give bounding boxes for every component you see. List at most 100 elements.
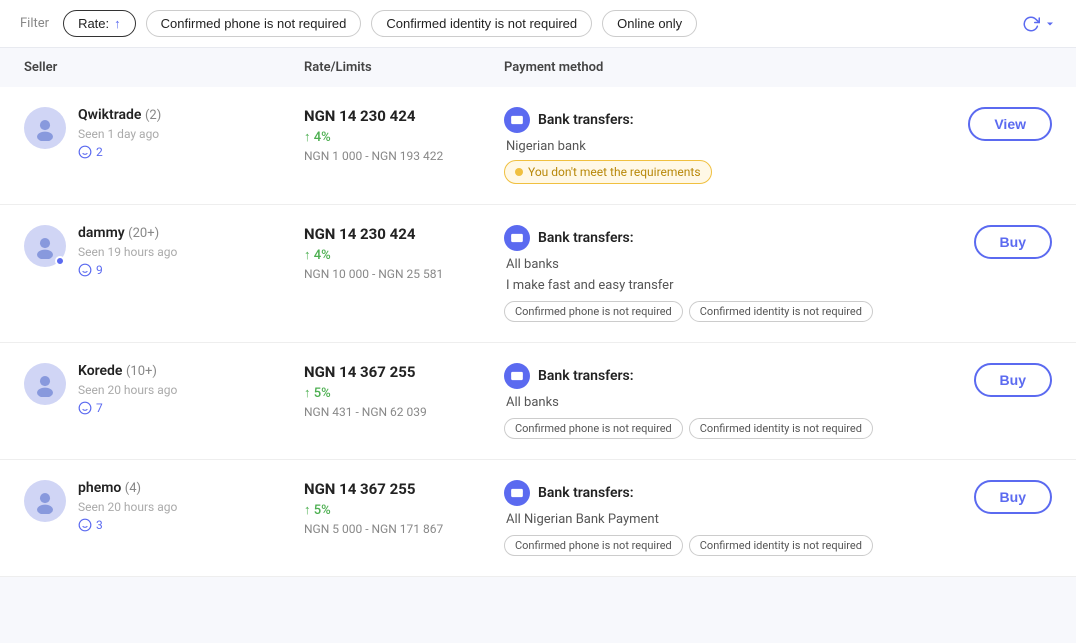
warning-dot: [515, 168, 523, 176]
seller-seen-time: Seen 20 hours ago: [78, 383, 177, 397]
seller-cell: Korede (10+) Seen 20 hours ago 7: [24, 363, 304, 415]
tag-badges: Confirmed phone is not required Confirmed…: [504, 418, 932, 439]
buy-button[interactable]: Buy: [974, 363, 1052, 397]
rate-limits: NGN 1 000 - NGN 193 422: [304, 149, 504, 163]
payment-cell: Bank transfers: Nigerian bank You don't m…: [504, 107, 932, 184]
action-cell: View: [932, 107, 1052, 141]
seller-feedback: 3: [78, 518, 177, 532]
tag-badge: Confirmed phone is not required: [504, 301, 683, 322]
rate-percent: ↑ 5%: [304, 385, 504, 401]
seller-trade-count: (10+): [126, 364, 157, 379]
rate-cell: NGN 14 230 424↑ 4%NGN 10 000 - NGN 25 58…: [304, 225, 504, 281]
online-indicator: [55, 256, 65, 266]
payment-sub: All banks: [504, 257, 932, 272]
payment-sub: All Nigerian Bank Payment: [504, 512, 932, 527]
action-cell: Buy: [932, 225, 1052, 259]
rate-limits: NGN 5 000 - NGN 171 867: [304, 522, 504, 536]
payment-title: Bank transfers:: [538, 112, 634, 128]
smile-icon: [78, 263, 92, 277]
rate-amount: NGN 14 367 255: [304, 363, 504, 381]
warning-text: You don't meet the requirements: [528, 165, 701, 179]
payment-cell: Bank transfers: All Nigerian Bank Paymen…: [504, 480, 932, 556]
top-bar: Filter Rate: ↑ Confirmed phone is not re…: [0, 0, 1076, 48]
online-filter-button[interactable]: Online only: [602, 10, 697, 37]
seller-feedback: 2: [78, 145, 161, 159]
identity-filter-button[interactable]: Confirmed identity is not required: [371, 10, 592, 37]
rate-percent: ↑ 5%: [304, 502, 504, 518]
trade-list: Qwiktrade (2) Seen 1 day ago 2 NGN 14 230 …: [0, 87, 1076, 577]
warning-badge: You don't meet the requirements: [504, 160, 712, 184]
seller-cell: Qwiktrade (2) Seen 1 day ago 2: [24, 107, 304, 159]
tag-badge: Confirmed identity is not required: [689, 535, 873, 556]
feedback-count: 7: [96, 401, 103, 415]
seller-info: phemo (4) Seen 20 hours ago 3: [78, 480, 177, 532]
col-rate-header: Rate/Limits: [304, 60, 504, 75]
seller-cell: dammy (20+)Seen 19 hours ago 9: [24, 225, 304, 277]
seller-name: Qwiktrade (2): [78, 107, 161, 123]
seller-name: dammy (20+): [78, 225, 177, 241]
buy-button[interactable]: Buy: [974, 480, 1052, 514]
seller-info: Korede (10+) Seen 20 hours ago 7: [78, 363, 177, 415]
avatar: [24, 107, 66, 149]
trade-row: phemo (4) Seen 20 hours ago 3 NGN 14 367 2…: [0, 460, 1076, 577]
trade-row: Korede (10+) Seen 20 hours ago 7 NGN 14 36…: [0, 343, 1076, 460]
smile-icon: [78, 518, 92, 532]
rate-amount: NGN 14 230 424: [304, 107, 504, 125]
seller-feedback: 9: [78, 263, 177, 277]
seller-trade-count: (2): [145, 108, 161, 123]
payment-header: Bank transfers:: [504, 107, 932, 133]
seller-name: Korede (10+): [78, 363, 177, 379]
payment-title: Bank transfers:: [538, 368, 634, 384]
seller-info: Qwiktrade (2) Seen 1 day ago 2: [78, 107, 161, 159]
payment-cell: Bank transfers: All banks I make fast and…: [504, 225, 932, 322]
payment-icon: [504, 107, 530, 133]
rate-filter-button[interactable]: Rate: ↑: [63, 10, 136, 37]
smile-icon: [78, 401, 92, 415]
buy-button[interactable]: Buy: [974, 225, 1052, 259]
seller-feedback: 7: [78, 401, 177, 415]
avatar: [24, 225, 66, 267]
trade-row: dammy (20+)Seen 19 hours ago 9 NGN 14 230…: [0, 205, 1076, 343]
phone-filter-button[interactable]: Confirmed phone is not required: [146, 10, 362, 37]
rate-limits: NGN 431 - NGN 62 039: [304, 405, 504, 419]
smile-icon: [78, 145, 92, 159]
feedback-count: 3: [96, 518, 103, 532]
col-seller-header: Seller: [24, 60, 304, 75]
seller-name: phemo (4): [78, 480, 177, 496]
payment-title: Bank transfers:: [538, 230, 634, 246]
chevron-down-icon: [1044, 18, 1056, 30]
filter-label: Filter: [20, 16, 49, 31]
refresh-icon: [1022, 15, 1040, 33]
payment-icon: [504, 225, 530, 251]
action-cell: Buy: [932, 363, 1052, 397]
payment-sub: Nigerian bank: [504, 139, 932, 154]
payment-cell: Bank transfers: All banks Confirmed phone…: [504, 363, 932, 439]
seller-trade-count: (4): [125, 481, 141, 496]
tag-badge: Confirmed phone is not required: [504, 535, 683, 556]
rate-amount: NGN 14 230 424: [304, 225, 504, 243]
feedback-count: 9: [96, 263, 103, 277]
seller-cell: phemo (4) Seen 20 hours ago 3: [24, 480, 304, 532]
rate-percent: ↑ 4%: [304, 247, 504, 263]
tag-badges: Confirmed phone is not requiredConfirmed…: [504, 301, 932, 322]
tag-badge: Confirmed phone is not required: [504, 418, 683, 439]
feedback-count: 2: [96, 145, 103, 159]
payment-header: Bank transfers:: [504, 363, 932, 389]
rate-cell: NGN 14 367 255 ↑ 5% NGN 5 000 - NGN 171 86…: [304, 480, 504, 536]
seller-seen-time: Seen 20 hours ago: [78, 500, 177, 514]
refresh-button[interactable]: [1022, 15, 1056, 33]
seller-info: dammy (20+)Seen 19 hours ago 9: [78, 225, 177, 277]
action-cell: Buy: [932, 480, 1052, 514]
avatar: [24, 480, 66, 522]
rate-amount: NGN 14 367 255: [304, 480, 504, 498]
payment-header: Bank transfers:: [504, 480, 932, 506]
trade-row: Qwiktrade (2) Seen 1 day ago 2 NGN 14 230 …: [0, 87, 1076, 205]
table-header: Seller Rate/Limits Payment method: [0, 48, 1076, 87]
view-button[interactable]: View: [968, 107, 1052, 141]
tag-badge: Confirmed identity is not required: [689, 418, 873, 439]
payment-title: Bank transfers:: [538, 485, 634, 501]
payment-sub: I make fast and easy transfer: [504, 278, 932, 293]
avatar: [24, 363, 66, 405]
payment-sub: All banks: [504, 395, 932, 410]
seller-seen-time: Seen 1 day ago: [78, 127, 161, 141]
